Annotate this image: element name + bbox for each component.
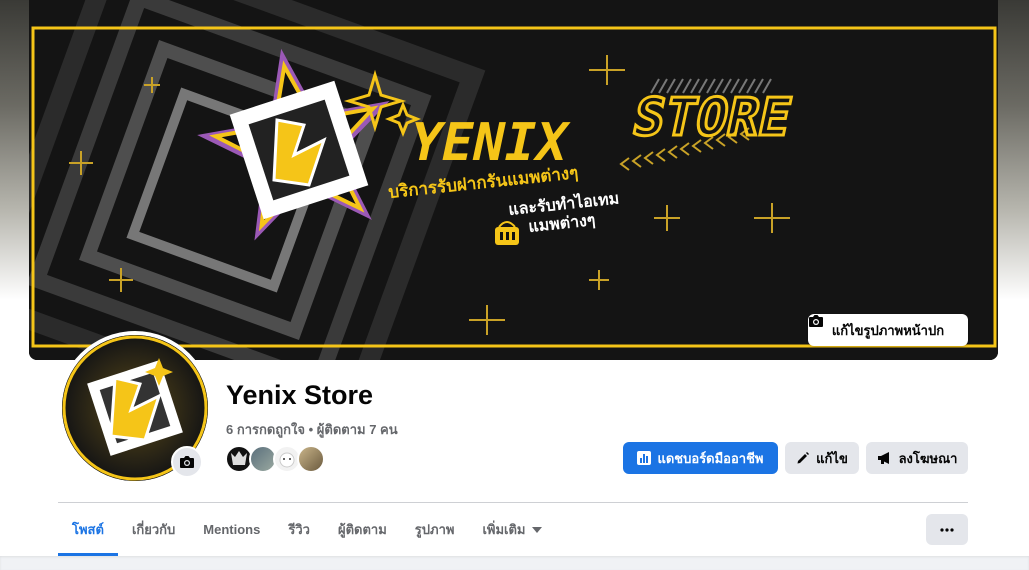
tab-followers[interactable]: ผู้ติดตาม — [324, 503, 401, 556]
tab-reviews[interactable]: รีวิว — [274, 503, 324, 556]
page-title: Yenix Store — [226, 380, 374, 410]
tab-label: โพสต์ — [72, 522, 104, 537]
tab-label: รีวิว — [288, 522, 310, 537]
tab-photos[interactable]: รูปภาพ — [401, 503, 469, 556]
page-stats[interactable]: 6 การกดถูกใจ • ผู้ติดตาม 7 คน — [226, 419, 398, 440]
professional-dashboard-label: แดชบอร์ดมืออาชีพ — [657, 450, 764, 466]
caret-down-icon — [531, 526, 542, 533]
cover-artwork: YENIX STORE บริการรับฝากรันแมพต่างๆ และร… — [29, 0, 998, 360]
edit-page-button[interactable]: แก้ไข — [785, 442, 859, 474]
tab-mentions[interactable]: Mentions — [189, 503, 274, 556]
megaphone-icon — [877, 452, 889, 464]
cover-title-store: STORE — [628, 88, 797, 148]
ellipsis-icon — [940, 527, 954, 532]
follower-avatars[interactable] — [225, 445, 325, 473]
edit-page-label: แก้ไข — [816, 450, 848, 466]
pencil-icon — [797, 452, 810, 464]
more-options-button[interactable] — [926, 514, 968, 545]
cover-photo[interactable]: YENIX STORE บริการรับฝากรันแมพต่างๆ และร… — [29, 0, 998, 360]
follower-avatar[interactable] — [297, 445, 325, 473]
tab-label: รูปภาพ — [414, 522, 455, 537]
update-profile-picture-button[interactable] — [171, 446, 203, 478]
edit-cover-photo-label: แก้ไขรูปภาพหน้าปก — [831, 322, 945, 338]
cover-title-yenix: YENIX — [404, 113, 573, 173]
page-tabs: โพสต์ เกี่ยวกับ Mentions รีวิว ผู้ติดตาม… — [58, 503, 556, 556]
advertise-label: ลงโฆษณา — [898, 450, 958, 466]
tab-label: เพิ่มเติม — [482, 522, 526, 537]
edit-cover-photo-button[interactable]: แก้ไขรูปภาพหน้าปก — [808, 314, 968, 346]
advertise-button[interactable]: ลงโฆษณา — [866, 442, 968, 474]
camera-icon — [180, 456, 194, 468]
tab-more[interactable]: เพิ่มเติม — [468, 503, 555, 556]
tab-label: ผู้ติดตาม — [337, 522, 387, 537]
chart-icon — [637, 451, 652, 465]
tab-about[interactable]: เกี่ยวกับ — [118, 503, 189, 556]
tab-posts[interactable]: โพสต์ — [58, 503, 118, 556]
tab-label: Mentions — [203, 522, 261, 537]
professional-dashboard-button[interactable]: แดชบอร์ดมืออาชีพ — [623, 442, 778, 474]
tab-label: เกี่ยวกับ — [131, 522, 176, 537]
content-area-edge — [0, 556, 1029, 570]
camera-icon — [809, 315, 823, 327]
